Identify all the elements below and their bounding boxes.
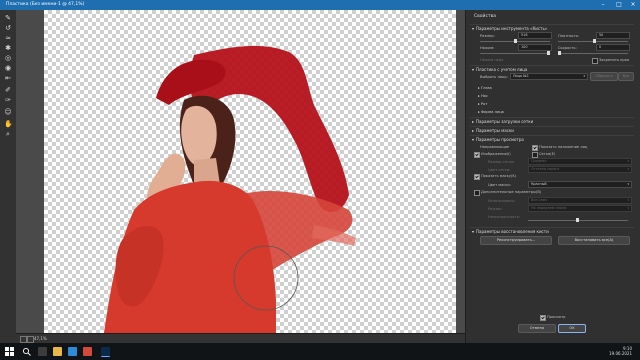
select-face-dropdown[interactable]: Лицо №1 ▾: [510, 73, 588, 80]
taskbar: 9:10 19.06.2021: [0, 343, 640, 360]
mesh-color-label: Цвет сетки:: [488, 168, 511, 172]
twirl-tool-icon[interactable]: ✱: [4, 44, 12, 52]
image-label: Изображение(I): [481, 152, 511, 156]
size-field[interactable]: 516: [518, 32, 552, 39]
backdrop-label: Дополнительные параметры(B): [481, 190, 542, 194]
task-view-icon[interactable]: [38, 347, 47, 356]
preview-checkbox[interactable]: [540, 315, 546, 321]
close-icon[interactable]: ×: [626, 0, 640, 10]
face-item-shape[interactable]: ▸ Форма лица: [478, 110, 504, 114]
face-overlay-checkbox[interactable]: [532, 145, 538, 151]
opacity-slider[interactable]: [528, 218, 628, 222]
maximize-icon[interactable]: □: [612, 0, 626, 10]
smooth-tool-icon[interactable]: ≈: [4, 34, 12, 42]
pucker-tool-icon[interactable]: ◎: [4, 54, 12, 62]
face-item-mouth[interactable]: ▸ Рот: [478, 102, 487, 106]
thaw-mask-tool-icon[interactable]: ✑: [4, 96, 12, 104]
face-overlay-label: Показать наложение лиц: [539, 145, 588, 149]
cancel-button[interactable]: Отмена: [518, 324, 556, 333]
rate-field[interactable]: 0: [596, 44, 630, 51]
view-options-header[interactable]: ▾ Параметры просмотра: [470, 135, 634, 143]
system-clock[interactable]: 9:10 19.06.2021: [609, 346, 632, 356]
forward-warp-tool-icon[interactable]: ✎: [4, 14, 12, 22]
size-label: Размер:: [480, 34, 495, 38]
pin-edges-checkbox[interactable]: [592, 58, 598, 64]
mask-color-label: Цвет маски:: [488, 183, 511, 187]
show-mask-label: Показать маску(K): [481, 174, 517, 178]
mesh-size-dropdown[interactable]: Средние ▾: [528, 158, 632, 165]
image-checkbox[interactable]: [474, 152, 480, 158]
reconstruct-header[interactable]: ▾ Параметры восстановления кисти: [470, 227, 634, 235]
pressure-slider[interactable]: [480, 51, 550, 55]
rate-label: Скорость:: [558, 46, 577, 50]
load-mesh-header[interactable]: ▸ Параметры загрузки сетки: [470, 117, 634, 125]
minimize-icon[interactable]: –: [596, 0, 610, 10]
search-icon[interactable]: [22, 347, 31, 356]
mode-label: Режим:: [488, 207, 502, 211]
reconstruct-button[interactable]: Реконструировать...: [480, 236, 552, 245]
window-title: Пластика (Без имени-1 @ 47,1%): [6, 2, 85, 7]
zoom-in-button[interactable]: [27, 336, 34, 343]
density-field[interactable]: 50: [596, 32, 630, 39]
use-label: Использовать:: [488, 199, 516, 203]
properties-panel: Свойства ▾ Параметры инструмента «Кисть» …: [465, 10, 640, 343]
preview-label: Просмотр: [547, 315, 566, 319]
density-label: Плотность:: [558, 34, 580, 38]
mesh-color-dropdown[interactable]: Оттенки серого ▾: [528, 166, 632, 173]
pen-pressure-label: Нажим пера: [480, 58, 504, 62]
app-icon[interactable]: [83, 347, 92, 356]
show-mask-checkbox[interactable]: [474, 174, 480, 180]
brush-options-header[interactable]: ▾ Параметры инструмента «Кисть»: [470, 24, 634, 32]
all-button[interactable]: Все: [618, 72, 634, 81]
freeze-mask-tool-icon[interactable]: ✐: [4, 86, 12, 94]
browser-icon[interactable]: [68, 347, 77, 356]
size-slider[interactable]: [480, 39, 550, 43]
face-tool-icon[interactable]: ☺: [4, 108, 12, 116]
mode-dropdown[interactable]: На переднем плане ▾: [528, 205, 632, 212]
mesh-label: Сетка(E): [539, 152, 556, 156]
image-canvas[interactable]: [44, 10, 456, 333]
file-explorer-icon[interactable]: [53, 347, 62, 356]
hand-tool-icon[interactable]: ✋: [4, 120, 13, 128]
pressure-label: Нажим:: [480, 46, 495, 50]
face-item-eyes[interactable]: ▸ Глаза: [478, 86, 492, 90]
zoom-tool-icon[interactable]: ⌕: [4, 130, 12, 138]
backdrop-checkbox[interactable]: [474, 190, 480, 196]
panel-title: Свойства: [474, 14, 496, 19]
clock-date: 19.06.2021: [609, 351, 632, 356]
bloat-tool-icon[interactable]: ◉: [4, 64, 12, 72]
density-slider[interactable]: [558, 39, 628, 43]
mask-options-header[interactable]: ▸ Параметры маски: [470, 126, 634, 134]
photoshop-icon[interactable]: [101, 347, 110, 357]
face-item-nose[interactable]: ▸ Нос: [478, 94, 488, 98]
select-face-label: Выбрать лицо:: [480, 75, 508, 79]
photo-woman-red-hat: [104, 45, 356, 333]
opacity-label: Непрозрачность:: [488, 215, 521, 219]
canvas-area: [16, 10, 465, 333]
push-left-tool-icon[interactable]: ⇤: [4, 74, 12, 82]
restore-all-button[interactable]: Восстановить все(A): [558, 236, 630, 245]
windows-start-icon[interactable]: [5, 347, 14, 356]
pin-edges-label: Закрепить края: [599, 58, 630, 62]
ok-button[interactable]: OK: [558, 324, 586, 333]
pressure-field[interactable]: 100: [518, 44, 552, 51]
guides-label: Направляющие: [480, 145, 510, 149]
zoom-level[interactable]: 47,1%: [34, 336, 47, 341]
zoom-out-button[interactable]: [20, 336, 27, 343]
reset-button[interactable]: Сбросить: [590, 72, 618, 81]
title-bar: Пластика (Без имени-1 @ 47,1%) – □ ×: [0, 0, 640, 10]
reconstruct-tool-icon[interactable]: ↺: [4, 24, 12, 32]
mask-color-dropdown[interactable]: Красный ▾: [528, 181, 632, 188]
rate-slider[interactable]: [558, 51, 628, 55]
mesh-size-label: Размер сетки:: [488, 160, 515, 164]
use-dropdown[interactable]: Все слои ▾: [528, 197, 632, 204]
liquify-toolbar: ✎ ↺ ≈ ✱ ◎ ◉ ⇤ ✐ ✑ ☺ ✋ ⌕: [0, 10, 17, 343]
